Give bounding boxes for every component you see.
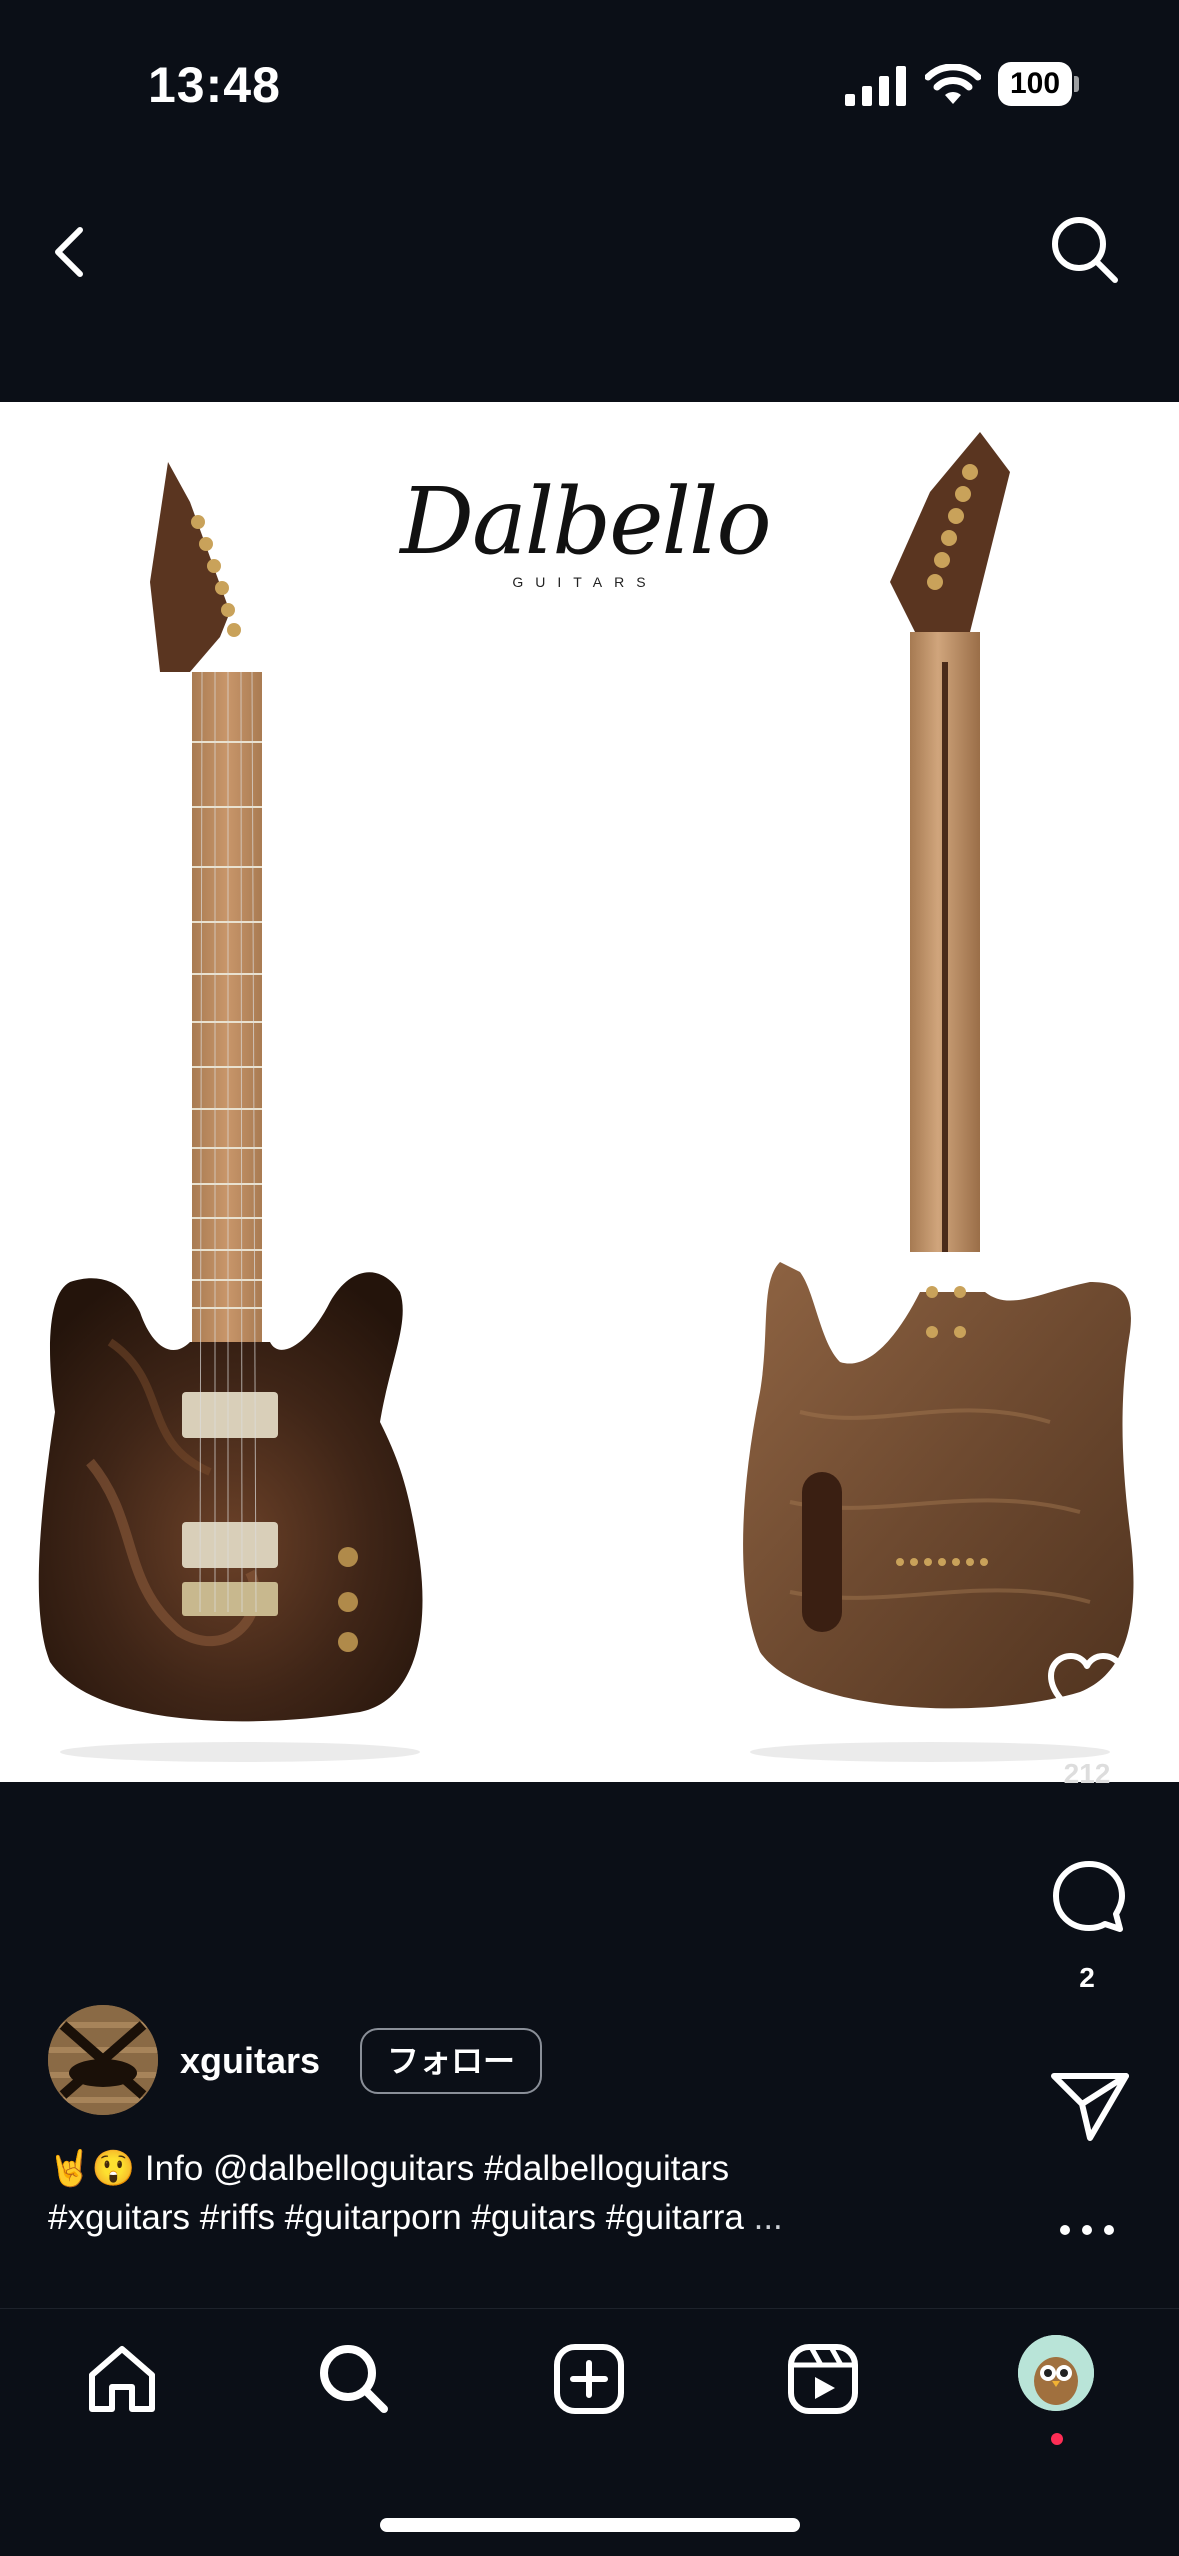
avatar[interactable] bbox=[48, 2005, 158, 2115]
xguitars-logo-icon bbox=[48, 2005, 158, 2115]
follow-button[interactable]: フォロー bbox=[360, 2028, 542, 2094]
battery-tip bbox=[1074, 76, 1079, 92]
caption-text-1: Info @dalbelloguitars #dalbelloguitars bbox=[144, 2149, 730, 2188]
post-image[interactable]: Dalbello GUITARS bbox=[0, 402, 1179, 1782]
guitar-front-image bbox=[38, 462, 423, 1762]
comment-count: 2 bbox=[1079, 1962, 1095, 1993]
like-count: 212 bbox=[1063, 1758, 1111, 1789]
signal-icon bbox=[845, 66, 906, 106]
wifi-icon bbox=[925, 64, 981, 104]
logo-script: Dalbello bbox=[400, 468, 772, 575]
caption-ellipsis[interactable]: ... bbox=[754, 2198, 783, 2237]
comment-icon[interactable] bbox=[1050, 1858, 1128, 1936]
create-icon[interactable] bbox=[549, 2339, 629, 2419]
chevron-left-icon[interactable] bbox=[40, 210, 100, 290]
caption-line-2[interactable]: #xguitars #riffs #guitarporn #guitars #g… bbox=[48, 2198, 1048, 2238]
home-icon[interactable] bbox=[82, 2339, 162, 2419]
send-icon[interactable] bbox=[1048, 2068, 1132, 2144]
battery-icon: 100 bbox=[998, 62, 1079, 106]
username[interactable]: xguitars bbox=[180, 2040, 320, 2082]
heart-icon[interactable] bbox=[1045, 1650, 1129, 1730]
battery-level: 100 bbox=[998, 62, 1072, 106]
dalbello-logo: Dalbello GUITARS bbox=[395, 468, 775, 591]
reels-icon[interactable] bbox=[783, 2339, 863, 2419]
logo-subtext: GUITARS bbox=[512, 574, 658, 590]
more-icon[interactable] bbox=[1055, 2212, 1119, 2248]
search-icon[interactable] bbox=[314, 2339, 394, 2419]
profile-avatar[interactable] bbox=[1018, 2335, 1094, 2411]
caption-emoji: 🤘😲 bbox=[48, 2149, 136, 2188]
notification-dot bbox=[1051, 2433, 1063, 2445]
search-icon[interactable] bbox=[1045, 210, 1125, 290]
home-indicator bbox=[380, 2518, 800, 2532]
guitar-back-image bbox=[743, 432, 1134, 1762]
caption-text-2: #xguitars #riffs #guitarporn #guitars #g… bbox=[48, 2198, 744, 2237]
status-bar: 13:48 100 bbox=[0, 0, 1179, 170]
nav-header bbox=[0, 170, 1179, 402]
status-time: 13:48 bbox=[148, 57, 281, 113]
caption-line-1: 🤘😲 Info @dalbelloguitars #dalbelloguitar… bbox=[48, 2148, 1048, 2189]
owl-avatar-icon bbox=[1018, 2335, 1094, 2411]
